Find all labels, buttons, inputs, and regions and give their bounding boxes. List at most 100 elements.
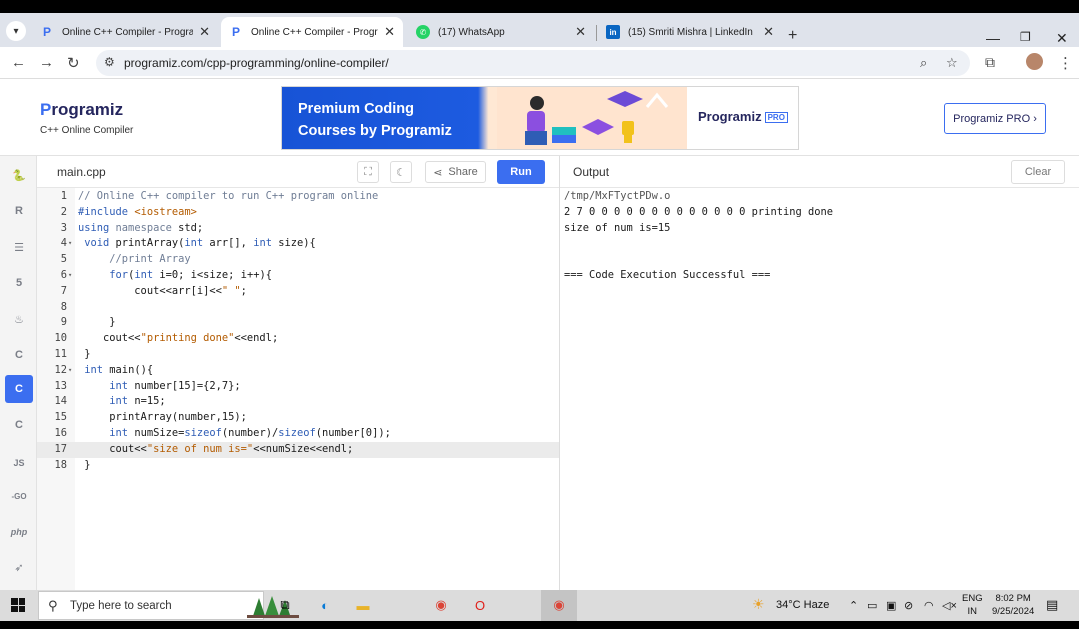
r-icon[interactable]: R xyxy=(7,199,31,223)
new-tab-icon[interactable]: + xyxy=(788,27,797,45)
c-icon[interactable]: C xyxy=(7,343,31,367)
clock-date: 9/25/2024 xyxy=(992,606,1035,617)
taskbar-search-box[interactable]: ⚲ Type here to search xyxy=(38,591,299,620)
js-icon[interactable]: JS xyxy=(7,451,31,475)
window-close-icon[interactable]: ✕ xyxy=(1056,30,1068,47)
close-icon[interactable]: ✕ xyxy=(763,24,774,40)
tab-1[interactable]: P Online C++ Compiler - Program ✕ xyxy=(32,17,218,47)
fullscreen-icon[interactable]: ⛶ xyxy=(357,161,379,183)
panel-divider[interactable] xyxy=(559,156,560,590)
code-line[interactable]: 16 int numSize=sizeof(number)/sizeof(num… xyxy=(37,426,559,442)
go-icon[interactable]: -GO xyxy=(7,484,31,508)
code-line[interactable]: 17 cout<<"size of num is="<<numSize<<end… xyxy=(37,441,559,458)
opera-icon[interactable]: O xyxy=(469,594,491,616)
code-line[interactable]: 1 // Online C++ compiler to run C++ progr… xyxy=(37,189,559,205)
code-token: int xyxy=(109,395,135,408)
banner-illustration xyxy=(497,87,687,149)
code-token: } xyxy=(78,316,116,329)
location-off-icon[interactable]: ⊘ xyxy=(904,599,913,612)
edge-icon[interactable]: ◐ xyxy=(314,594,336,616)
tab-2-active[interactable]: P Online C++ Compiler - Program ✕ xyxy=(221,17,403,47)
fold-arrow-icon[interactable]: ▾ xyxy=(68,236,72,252)
csharp-icon[interactable]: C xyxy=(7,413,31,437)
meet-now-icon[interactable]: ▣ xyxy=(886,599,896,612)
code-line[interactable]: 2 #include <iostream> xyxy=(37,205,559,221)
code-line[interactable]: 13 int number[15]={2,7}; xyxy=(37,379,559,395)
code-line[interactable]: 11 } xyxy=(37,347,559,363)
fold-arrow-icon[interactable]: ▾ xyxy=(68,363,72,379)
promo-banner[interactable]: Premium Coding Courses by Programiz Prog… xyxy=(281,86,799,150)
code-token: <<endl; xyxy=(234,332,279,345)
code-editor[interactable]: 1 // Online C++ compiler to run C++ progr… xyxy=(37,189,559,473)
restore-icon[interactable]: ❐ xyxy=(1020,30,1031,44)
notification-icon[interactable]: ▤ xyxy=(1046,597,1058,613)
browser-navbar: ← → ↻ ⚙ programiz.com/cpp-programming/on… xyxy=(0,47,1079,79)
minimize-icon[interactable]: — xyxy=(986,30,1000,46)
cpp-icon[interactable]: C xyxy=(5,375,33,403)
file-tab-main-cpp[interactable]: main.cpp xyxy=(57,165,106,179)
python-icon[interactable]: 🐍 xyxy=(7,163,31,187)
close-icon[interactable]: ✕ xyxy=(384,24,395,40)
programiz-pro-button[interactable]: Programiz PRO › xyxy=(944,103,1046,134)
search-icon: ⚲ xyxy=(48,598,58,613)
java-icon[interactable]: ♨ xyxy=(7,307,31,331)
wifi-icon[interactable]: ◠ xyxy=(924,599,934,612)
chrome-icon[interactable]: ◉ xyxy=(430,594,452,616)
html-icon[interactable]: 5 xyxy=(7,271,31,295)
chevron-up-icon[interactable]: ⌃ xyxy=(849,599,858,612)
close-icon[interactable]: ✕ xyxy=(199,24,210,40)
programiz-logo[interactable]: Programiz xyxy=(40,100,123,120)
run-button[interactable]: Run xyxy=(497,160,545,184)
menu-kebab-icon[interactable]: ⋮ xyxy=(1058,54,1073,72)
weather-icon[interactable]: ☀ xyxy=(752,596,765,613)
code-line[interactable]: 9 } xyxy=(37,315,559,331)
tab-search-icon[interactable]: ▾ xyxy=(6,21,26,41)
code-line[interactable]: 10 cout<<"printing done"<<endl; xyxy=(37,331,559,347)
code-line[interactable]: 18 } xyxy=(37,458,559,474)
language-indicator[interactable]: ENG IN xyxy=(962,592,983,618)
code-line[interactable]: 14 int n=15; xyxy=(37,394,559,410)
code-line[interactable]: 6 ▾ for(int i=0; i<size; i++){ xyxy=(37,268,559,284)
code-line[interactable]: 8 xyxy=(37,300,559,316)
windows-start-icon[interactable] xyxy=(11,598,25,612)
code-line[interactable]: 3 using namespace std; xyxy=(37,221,559,237)
address-bar[interactable]: ⚙ programiz.com/cpp-programming/online-c… xyxy=(96,50,970,76)
code-line[interactable]: 15 printArray(number,15); xyxy=(37,410,559,426)
code-line[interactable]: 5 //print Array xyxy=(37,252,559,268)
chrome-profile-icon[interactable]: ◉ xyxy=(548,594,570,616)
back-arrow-icon[interactable]: ← xyxy=(11,54,26,71)
forward-arrow-icon[interactable]: → xyxy=(39,54,54,71)
swift-icon[interactable]: ➶ xyxy=(7,555,31,579)
file-explorer-icon[interactable]: ▬ xyxy=(352,594,374,616)
volume-mute-icon[interactable]: ◁× xyxy=(942,599,957,612)
weather-text[interactable]: 34°C Haze xyxy=(776,599,829,611)
url-text[interactable]: programiz.com/cpp-programming/online-com… xyxy=(124,56,389,70)
share-button[interactable]: ⋖ Share xyxy=(425,161,486,183)
tab-4[interactable]: in (15) Smriti Mishra | LinkedIn ✕ xyxy=(598,17,782,47)
task-view-icon[interactable]: ⧉ xyxy=(274,594,296,616)
sql-icon[interactable]: ☰ xyxy=(7,235,31,259)
code-token: number[15]={2,7}; xyxy=(134,379,241,392)
line-number: 11 xyxy=(54,347,67,360)
fold-arrow-icon[interactable]: ▾ xyxy=(68,268,72,284)
close-icon[interactable]: ✕ xyxy=(575,24,586,40)
code-text: int number[15]={2,7}; xyxy=(78,379,241,395)
profile-avatar[interactable] xyxy=(1026,53,1043,70)
dark-mode-moon-icon[interactable]: ☾ xyxy=(390,161,412,183)
tab-title: (15) Smriti Mishra | LinkedIn xyxy=(628,26,753,38)
clear-button[interactable]: Clear xyxy=(1011,160,1065,184)
code-line[interactable]: 7 cout<<arr[i]<<" "; xyxy=(37,284,559,300)
site-info-icon[interactable]: ⚙ xyxy=(104,55,115,69)
code-line[interactable]: 4 ▾ void printArray(int arr[], int size){ xyxy=(37,236,559,252)
reload-icon[interactable]: ↻ xyxy=(67,54,80,72)
bookmark-star-icon[interactable]: ☆ xyxy=(946,55,958,71)
php-icon[interactable]: php xyxy=(7,520,31,544)
clock[interactable]: 8:02 PM 9/25/2024 xyxy=(992,592,1034,618)
code-token: arr[], xyxy=(209,237,254,250)
extensions-icon[interactable]: ⧉ xyxy=(985,54,995,71)
battery-icon[interactable]: ▭ xyxy=(867,599,877,612)
tab-3[interactable]: ✆ (17) WhatsApp ✕ xyxy=(408,17,594,47)
zoom-icon[interactable]: ⌕ xyxy=(920,55,927,71)
code-line[interactable]: 12 ▾ int main(){ xyxy=(37,363,559,379)
